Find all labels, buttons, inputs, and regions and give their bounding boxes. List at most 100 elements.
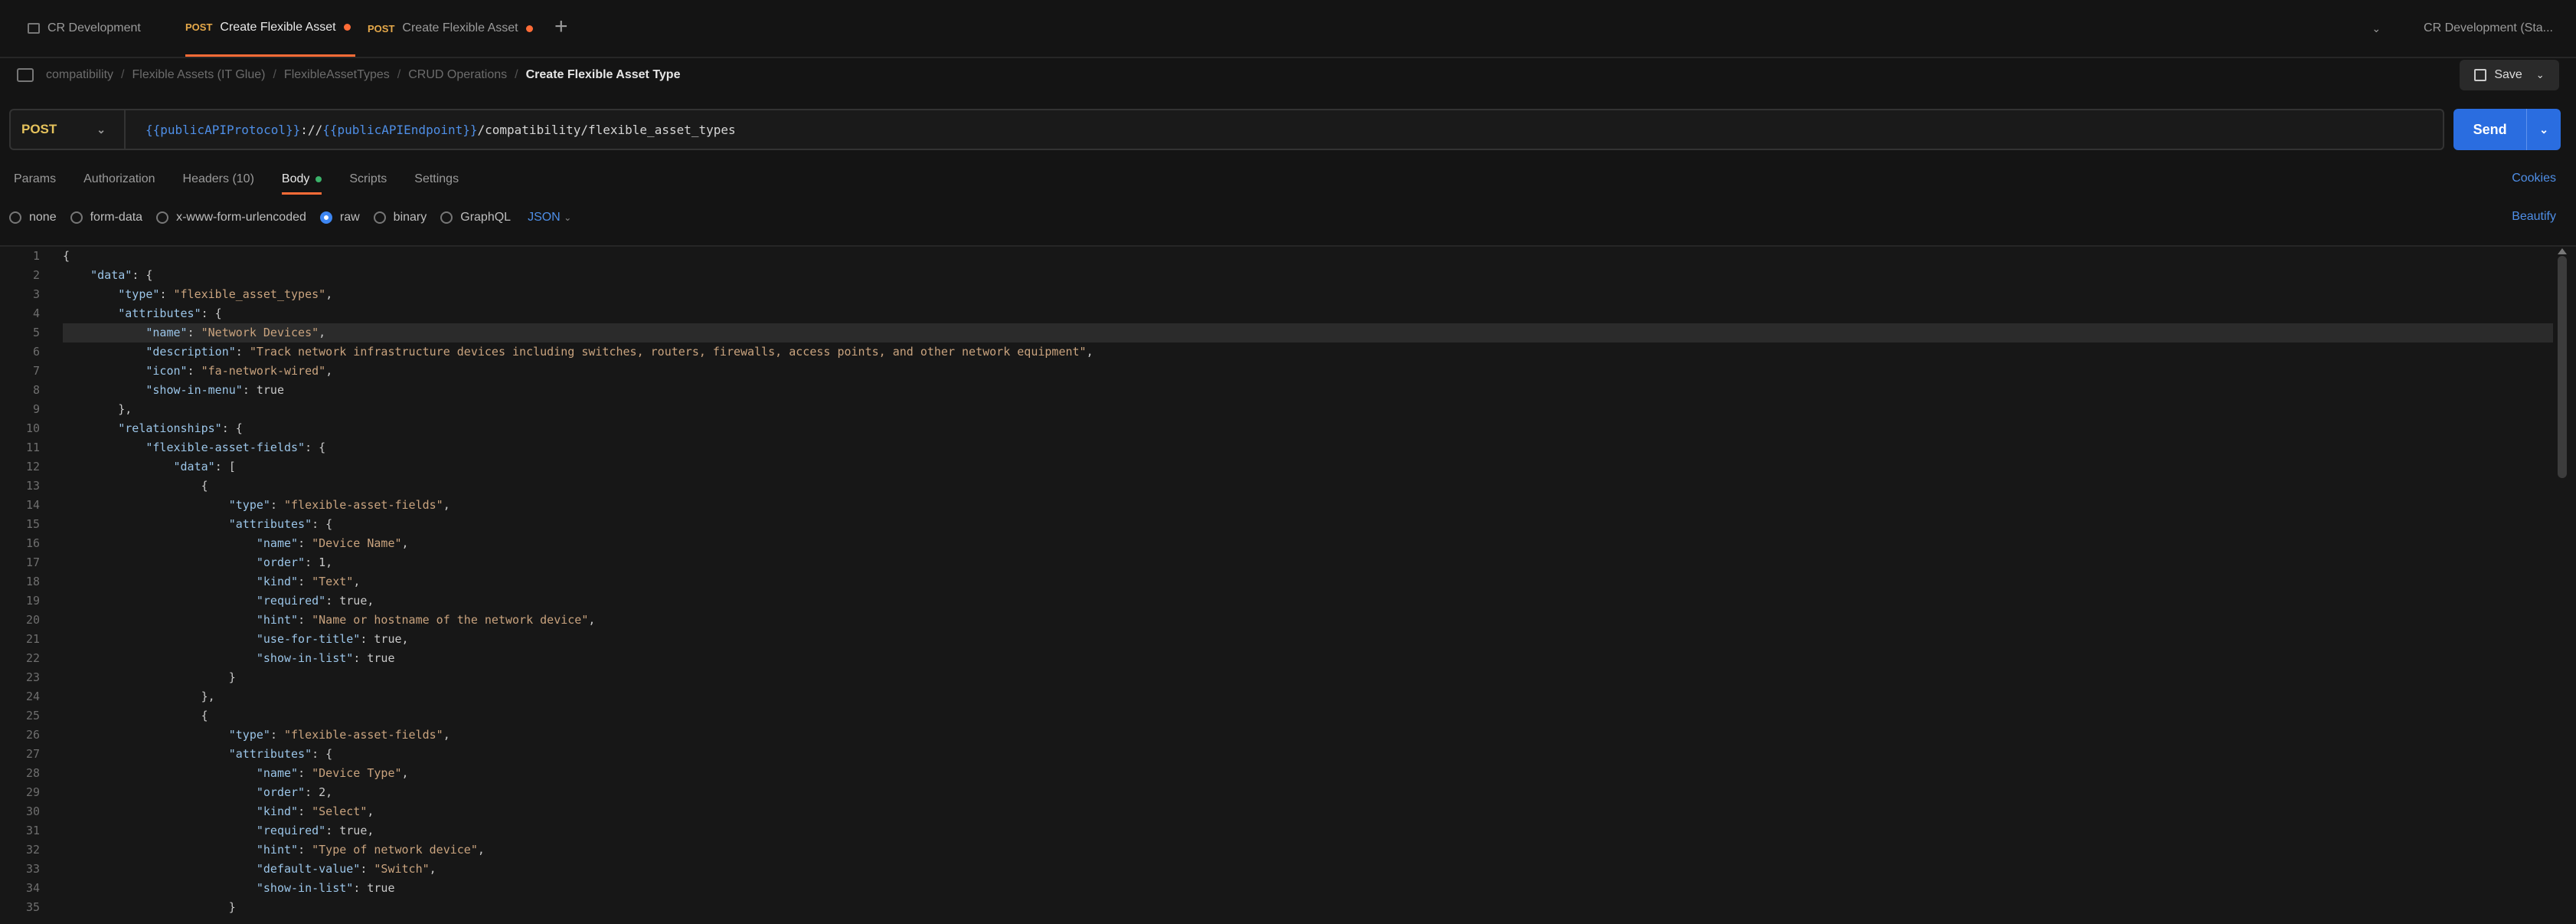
unsaved-dot-icon — [343, 24, 351, 31]
status-dot-icon — [315, 176, 322, 182]
tab-bar: CR Development POST Create Flexible Asse… — [0, 0, 2576, 58]
code-line[interactable]: "show-in-list": true — [63, 649, 2553, 668]
send-button[interactable]: Send ⌄ — [2453, 109, 2561, 150]
radio-none[interactable]: none — [9, 211, 57, 224]
scroll-up-icon[interactable] — [2558, 248, 2567, 254]
chevron-down-icon[interactable]: ⌄ — [2372, 22, 2381, 35]
tab-headers[interactable]: Headers (10) — [183, 162, 254, 196]
chevron-down-icon[interactable]: ⌄ — [2526, 109, 2561, 150]
code-line[interactable]: } — [63, 898, 2553, 917]
tab-create-flexible-asset-1[interactable]: POST Create Flexible Asset — [185, 0, 355, 57]
radio-form-data[interactable]: form-data — [70, 211, 142, 224]
code-line[interactable]: "show-in-list": true — [63, 879, 2553, 898]
tab-create-flexible-asset-2[interactable]: POST Create Flexible Asset — [368, 0, 533, 57]
line-number: 29 — [25, 785, 40, 799]
code-line[interactable]: "order": 1, — [63, 553, 2553, 572]
code-line[interactable]: "type": "flexible-asset-fields", — [63, 726, 2553, 745]
tab-authorization[interactable]: Authorization — [83, 162, 155, 196]
line-number: 21 — [25, 632, 40, 646]
code-line[interactable]: "hint": "Type of network device", — [63, 840, 2553, 860]
breadcrumb-separator: / — [397, 68, 401, 81]
chevron-down-icon[interactable]: ⌄ — [2536, 69, 2545, 81]
code-line[interactable]: "flexible-asset-fields": { — [63, 438, 2553, 457]
line-number: 32 — [25, 843, 40, 857]
line-number-gutter: 1 2 3 4 5 6 7 8 9 10 11 12 13 14 15 16 17 18 19 20 21 22 23 24 2… — [0, 247, 46, 917]
radio-graphql[interactable]: GraphQL — [440, 211, 511, 224]
code-line[interactable]: "attributes": { — [63, 515, 2553, 534]
code-line[interactable]: "name": "Device Name", — [63, 534, 2553, 553]
save-button[interactable]: Save ⌄ — [2460, 60, 2559, 90]
line-number: 28 — [25, 766, 40, 780]
code-line[interactable]: }, — [63, 687, 2553, 706]
code-line[interactable]: "name": "Device Type", — [63, 764, 2553, 783]
code-line[interactable]: { — [63, 706, 2553, 726]
radio-icon — [9, 211, 21, 224]
code-line[interactable]: }, — [63, 400, 2553, 419]
line-number: 3 — [32, 287, 40, 301]
breadcrumb-item[interactable]: Flexible Assets (IT Glue) — [132, 68, 265, 82]
code-line[interactable]: "type": "flexible_asset_types", — [63, 285, 2553, 304]
code-line[interactable]: "description": "Track network infrastruc… — [63, 342, 2553, 362]
radio-label: raw — [339, 211, 360, 224]
code-line[interactable]: "show-in-menu": true — [63, 381, 2553, 400]
tab-method: POST — [185, 21, 213, 33]
code-line[interactable]: "kind": "Select", — [63, 802, 2553, 821]
beautify-link[interactable]: Beautify — [2512, 210, 2556, 224]
code-line[interactable]: "required": true, — [63, 821, 2553, 840]
line-number: 19 — [25, 594, 40, 608]
format-label: JSON — [528, 211, 561, 224]
radio-selected-icon — [319, 211, 332, 224]
tab-params[interactable]: Params — [14, 162, 56, 196]
breadcrumb-separator: / — [273, 68, 276, 81]
tab-body-label: Body — [281, 172, 310, 185]
line-number: 25 — [25, 709, 40, 722]
method-select[interactable]: POST ⌄ — [11, 110, 126, 149]
tab-settings[interactable]: Settings — [414, 162, 459, 196]
breadcrumb-item[interactable]: FlexibleAssetTypes — [284, 68, 390, 82]
unsaved-dot-icon — [525, 25, 533, 32]
environment-selector[interactable]: ⌄ CR Development (Sta... — [2372, 0, 2553, 57]
code-line[interactable]: "name": "Network Devices", — [63, 323, 2553, 342]
radio-icon — [156, 211, 169, 224]
tab-body[interactable]: Body — [281, 162, 322, 196]
code-line[interactable]: "data": { — [63, 266, 2553, 285]
scrollbar[interactable] — [2558, 256, 2567, 478]
radio-label: GraphQL — [460, 211, 512, 224]
new-tab-plus-icon[interactable]: + — [554, 14, 568, 40]
url-bar: POST ⌄ {{publicAPIProtocol}} :// {{publi… — [9, 109, 2444, 150]
code-line[interactable]: "data": [ — [63, 457, 2553, 477]
line-number: 20 — [25, 613, 40, 627]
cookies-link[interactable]: Cookies — [2512, 172, 2556, 185]
code-content[interactable]: { "data": { "type": "flexible_asset_type… — [63, 247, 2553, 917]
code-line[interactable]: { — [63, 247, 2553, 266]
code-editor[interactable]: 1 2 3 4 5 6 7 8 9 10 11 12 13 14 15 16 17 18 19 20 21 22 23 24 2… — [0, 245, 2576, 924]
page-title: Create Flexible Asset Type — [525, 68, 681, 81]
save-icon — [2474, 69, 2487, 81]
send-label: Send — [2473, 121, 2507, 137]
code-line[interactable]: "icon": "fa-network-wired", — [63, 362, 2553, 381]
line-number: 24 — [25, 690, 40, 703]
code-line[interactable]: "required": true, — [63, 591, 2553, 611]
body-type-selector: none form-data x-www-form-urlencoded raw… — [9, 204, 571, 231]
code-line[interactable]: "type": "flexible-asset-fields", — [63, 496, 2553, 515]
breadcrumb-item[interactable]: CRUD Operations — [408, 68, 507, 82]
url-input[interactable]: {{publicAPIProtocol}} :// {{publicAPIEnd… — [145, 110, 736, 149]
code-line[interactable]: "relationships": { — [63, 419, 2553, 438]
code-line[interactable]: "default-value": "Switch", — [63, 860, 2553, 879]
code-line[interactable]: "order": 2, — [63, 783, 2553, 802]
tab-workspace[interactable]: CR Development — [28, 0, 141, 57]
code-line[interactable]: "attributes": { — [63, 745, 2553, 764]
format-select[interactable]: JSON ⌄ — [528, 211, 571, 224]
radio-label: form-data — [90, 211, 143, 224]
tab-scripts[interactable]: Scripts — [349, 162, 387, 196]
radio-x-www-form-urlencoded[interactable]: x-www-form-urlencoded — [156, 211, 306, 224]
code-line[interactable]: "use-for-title": true, — [63, 630, 2553, 649]
code-line[interactable]: } — [63, 668, 2553, 687]
code-line[interactable]: "hint": "Name or hostname of the network… — [63, 611, 2553, 630]
code-line[interactable]: { — [63, 477, 2553, 496]
code-line[interactable]: "kind": "Text", — [63, 572, 2553, 591]
breadcrumb-item[interactable]: compatibility — [46, 68, 113, 82]
radio-raw[interactable]: raw — [319, 211, 360, 224]
radio-binary[interactable]: binary — [373, 211, 427, 224]
code-line[interactable]: "attributes": { — [63, 304, 2553, 323]
